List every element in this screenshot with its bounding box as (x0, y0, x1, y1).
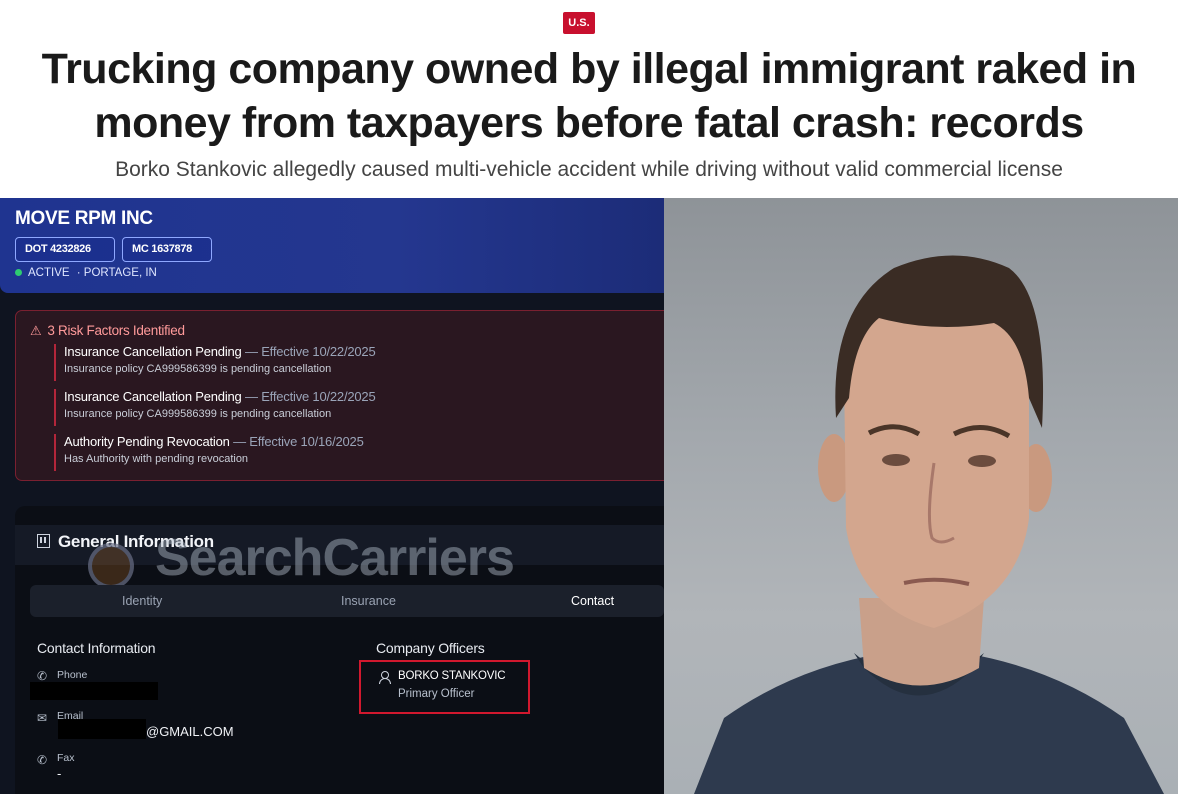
person-illustration (694, 255, 1164, 794)
headline-line-2: money from taxpayers before fatal crash:… (94, 99, 1084, 147)
officer-name[interactable]: BORKO STANKOVIC (398, 670, 506, 682)
status-dot-icon (15, 269, 22, 277)
tab-identity[interactable]: Identity (122, 594, 162, 608)
fax-icon: ✆ (37, 753, 48, 767)
headline: Trucking company owned by illegal immigr… (0, 42, 1178, 150)
risk-item: Authority Pending Revocation — Effective… (54, 434, 364, 471)
warning-icon: ⚠ (30, 323, 42, 338)
officer-role: Primary Officer (398, 688, 475, 700)
phone-icon: ✆ (37, 669, 48, 683)
carrier-header: MOVE RPM INC DOT 4232826 MC 1637878 ACTI… (0, 198, 664, 293)
phone-label: Phone (57, 669, 88, 681)
risk-title: ⚠ 3 Risk Factors Identified (30, 323, 185, 339)
email-icon: ✉ (37, 711, 48, 725)
building-icon (37, 534, 50, 548)
risk-item: Insurance Cancellation Pending — Effecti… (54, 344, 376, 381)
search-logo-icon (88, 543, 134, 589)
contact-info-title: Contact Information (37, 640, 156, 656)
location-text: · PORTAGE, IN (76, 267, 157, 279)
fax-label: Fax (57, 752, 75, 764)
risk-detail: Has Authority with pending revocation (64, 453, 249, 465)
redacted-email (58, 719, 146, 739)
headline-line-1: Trucking company owned by illegal immigr… (41, 45, 1137, 93)
risk-name: Insurance Cancellation Pending (64, 344, 242, 359)
risk-name: Authority Pending Revocation (64, 434, 230, 449)
carrier-status: ACTIVE · PORTAGE, IN (15, 267, 157, 279)
tab-insurance[interactable]: Insurance (341, 594, 396, 608)
mugshot-photo (664, 198, 1178, 794)
risk-item: Insurance Cancellation Pending — Effecti… (54, 389, 376, 426)
risk-title-text: 3 Risk Factors Identified (47, 323, 185, 338)
carrier-screenshot: MOVE RPM INC DOT 4232826 MC 1637878 ACTI… (0, 198, 664, 794)
fax-value: - (57, 766, 62, 781)
risk-effective: — Effective 10/22/2025 (241, 389, 376, 404)
redacted-phone (30, 682, 158, 700)
carrier-name: MOVE RPM INC (15, 208, 153, 229)
risk-effective: — Effective 10/22/2025 (241, 344, 376, 359)
info-tabs: Identity Insurance Contact (30, 585, 664, 617)
risk-detail: Insurance policy CA999586399 is pending … (64, 363, 332, 375)
risk-name: Insurance Cancellation Pending (64, 389, 242, 404)
email-value[interactable]: @GMAIL.COM (146, 724, 234, 739)
section-tag[interactable]: U.S. (563, 12, 595, 34)
risk-effective: — Effective 10/16/2025 (229, 434, 364, 449)
dot-number-chip: DOT 4232826 (15, 237, 115, 262)
status-text: ACTIVE (28, 267, 70, 279)
tab-contact[interactable]: Contact (571, 594, 614, 608)
risk-factors-box: ⚠ 3 Risk Factors Identified Insurance Can… (15, 310, 664, 481)
person-icon (379, 671, 391, 684)
mc-number-chip: MC 1637878 (122, 237, 212, 262)
watermark: SearchCarriers (155, 529, 515, 587)
company-officers-title: Company Officers (376, 640, 485, 656)
subheadline: Borko Stankovic allegedly caused multi-v… (115, 158, 1063, 181)
risk-detail: Insurance policy CA999586399 is pending … (64, 408, 332, 420)
officer-highlight: BORKO STANKOVIC Primary Officer (359, 660, 530, 714)
